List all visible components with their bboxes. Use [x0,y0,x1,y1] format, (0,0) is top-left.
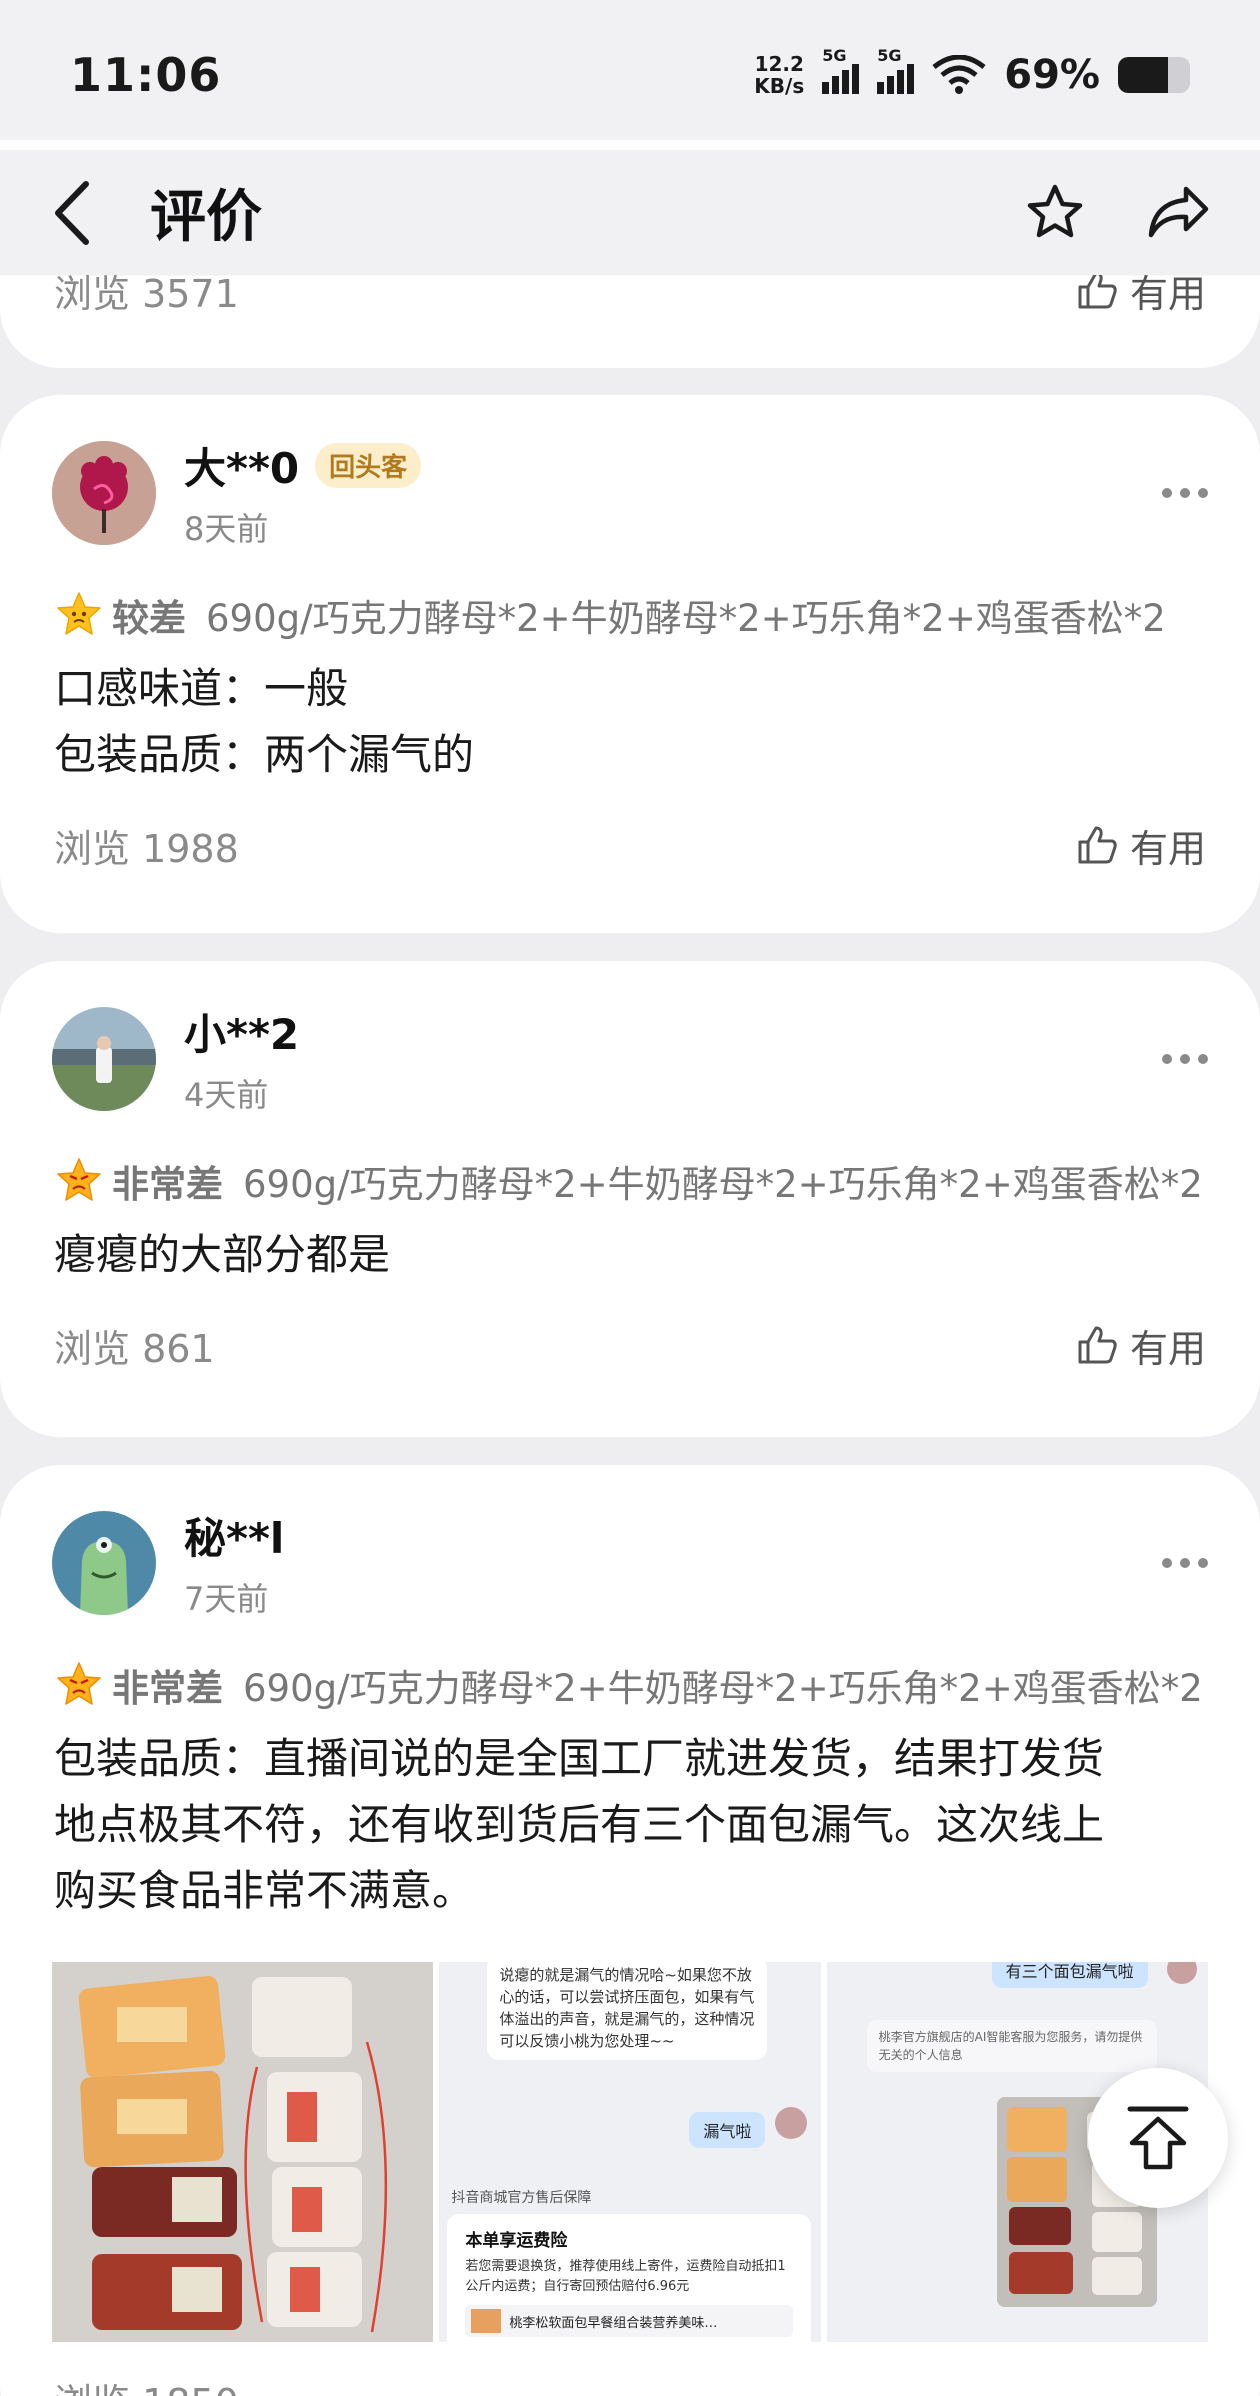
view-count: 浏览 861 [54,1326,215,1371]
review-card: 秘**l 7天前 非常差 690g/巧克力酵母*2+牛奶酵母*2+巧乐角*2+鸡… [0,1465,1260,2396]
more-options-icon[interactable] [1162,1053,1208,1064]
review-photo[interactable] [52,1962,434,2342]
wifi-icon [932,55,986,94]
review-time: 4天前 [184,1076,269,1114]
thumbs-up-icon [1078,826,1117,864]
review-time: 7天前 [184,1580,269,1618]
avatar[interactable] [52,1510,156,1615]
signal-icon: 5G [822,46,860,94]
arrow-up-icon [1127,2106,1189,2170]
returning-customer-badge: 回头客 [315,443,422,488]
share-arrow-icon[interactable] [1146,183,1210,243]
review-text: 瘪瘪的大部分都是 [54,1230,391,1279]
user-name[interactable]: 小**2 [184,1001,299,1062]
signal-icon: 5G [877,46,915,94]
product-variant: 690g/巧克力酵母*2+牛奶酵母*2+巧乐角*2+鸡蛋香松*2 [206,597,1166,640]
review-text: 包装品质：直播间说的是全国工厂就进发货，结果打发货 地点极其不符，还有收到货后有… [54,1734,1105,1915]
network-speed: 12.2 KB/s [754,52,805,98]
view-count: 浏览 1988 [54,826,239,871]
review-photo[interactable]: 说瘪的就是漏气的情况哈~如果您不放心的话，可以尝试挤压面包，如果有气体溢出的声音… [439,1962,821,2342]
useful-button[interactable]: 有用 [1076,818,1206,873]
more-options-icon[interactable] [1162,1557,1208,1568]
thumbs-up-icon [1078,1326,1117,1364]
review-card: 小**2 4天前 非常差 690g/巧克力酵母*2+牛奶酵母*2+巧乐角*2+鸡… [0,961,1260,1437]
product-variant: 690g/巧克力酵母*2+牛奶酵母*2+巧乐角*2+鸡蛋香松*2 [243,1667,1203,1710]
review-text: 口感味道：一般 包装品质：两个漏气的 [54,664,475,779]
page-title: 评价 [150,185,262,250]
product-variant: 690g/巧克力酵母*2+牛奶酵母*2+巧乐角*2+鸡蛋香松*2 [243,1163,1203,1206]
view-count: 浏览 1850 [54,2372,239,2396]
user-name[interactable]: 大**0 [184,435,299,496]
more-options-icon[interactable] [1162,487,1208,498]
review-photos: 说瘪的就是漏气的情况哈~如果您不放心的话，可以尝试挤压面包，如果有气体溢出的声音… [0,1962,1260,2342]
battery-percent: 69% [1004,52,1100,98]
useful-button[interactable]: 有用 [1076,1318,1206,1373]
status-icons: 12.2 KB/s 5G 5G 69% [754,46,1190,98]
chevron-left-icon[interactable] [50,178,94,248]
avatar[interactable] [52,440,156,545]
angry-star-icon [57,1662,101,1705]
rating-label: 非常差 [112,1163,223,1206]
rating-label: 较差 [112,597,186,640]
sad-star-icon [57,592,101,635]
angry-star-icon [57,1158,101,1201]
user-name[interactable]: 秘**l [184,1505,284,1566]
thumbs-up-icon [1078,271,1117,309]
review-card: 大**0 回头客 8天前 较差 690g/巧克力酵母*2+牛奶酵母*2+巧乐角*… [0,395,1260,933]
battery-icon [1118,57,1190,93]
back-to-top-button[interactable] [1088,2068,1228,2208]
review-time: 8天前 [184,510,269,548]
clock: 11:06 [70,48,222,102]
avatar[interactable] [52,1006,156,1111]
status-bar: 11:06 12.2 KB/s 5G 5G 69% [0,0,1260,150]
star-outline-icon[interactable] [1024,182,1086,244]
nav-bar: 评价 [0,150,1260,275]
rating-label: 非常差 [112,1667,223,1710]
